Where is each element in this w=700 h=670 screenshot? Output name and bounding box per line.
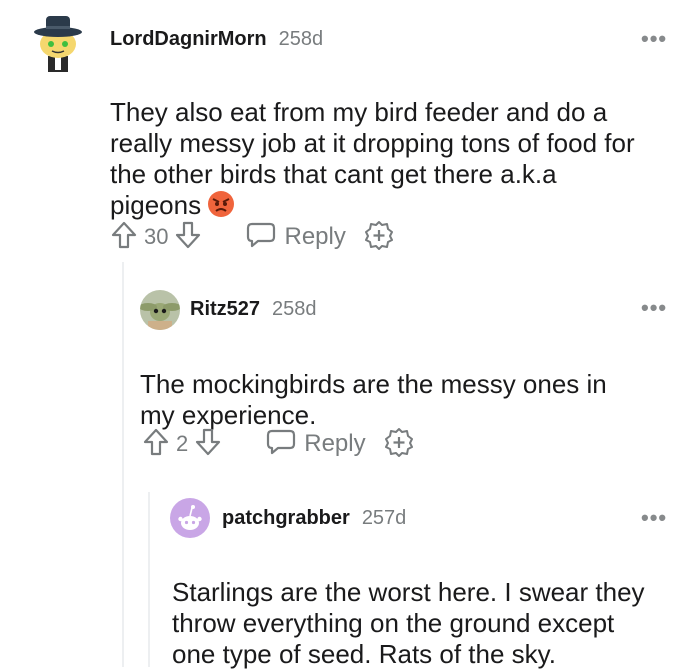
more-options-icon[interactable]: ••• bbox=[641, 507, 667, 529]
default-snoo-avatar-icon bbox=[170, 498, 210, 538]
avatar[interactable] bbox=[170, 498, 210, 538]
comment-patchgrabber: patchgrabber 257d ••• Starlings are the … bbox=[0, 0, 700, 670]
comment-text: Starlings are the worst here. I swear th… bbox=[172, 577, 645, 669]
username[interactable]: patchgrabber bbox=[222, 507, 350, 530]
comment-meta: patchgrabber 257d bbox=[222, 507, 406, 530]
comment-body: Starlings are the worst here. I swear th… bbox=[172, 546, 692, 670]
timestamp[interactable]: 257d bbox=[362, 507, 407, 530]
